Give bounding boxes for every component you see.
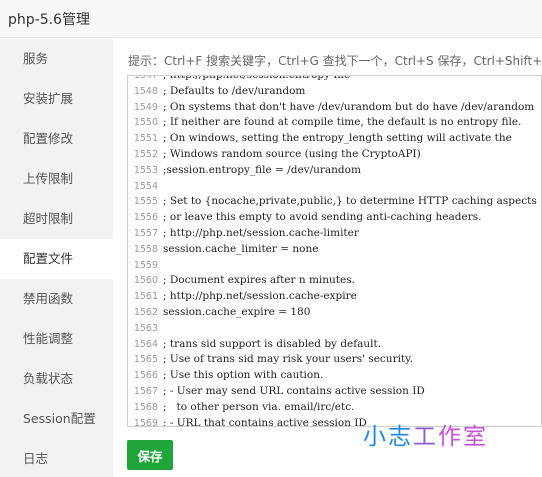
sidebar-item-disabled-functions[interactable]: 禁用函数 <box>0 279 113 319</box>
editor-line: 1559 <box>128 257 541 273</box>
line-text: session.cache_limiter = none <box>163 242 319 255</box>
watermark-logo: 小志工作室 <box>363 417 488 451</box>
main-panel: 提示：Ctrl+F 搜索关键字，Ctrl+G 查找下一个，Ctrl+S 保存，C… <box>113 39 542 477</box>
line-text: ; to other person via. email/irc/etc. <box>163 400 355 413</box>
line-text: ; - User may send URL contains active se… <box>163 385 425 397</box>
sidebar-item-install-extensions[interactable]: 安装扩展 <box>0 79 113 119</box>
editor-line: 1561 ; http://php.net/session.cache-expir… <box>128 288 541 304</box>
editor-line: 1565 ; Use of trans sid may risk your use… <box>128 351 541 367</box>
line-number: 1561 <box>133 291 158 303</box>
sidebar-item-label: 上传限制 <box>23 171 74 186</box>
line-text: ; On systems that don't have /dev/urando… <box>163 100 535 113</box>
sidebar-item-config-edit[interactable]: 配置修改 <box>0 119 113 159</box>
line-text: ; trans sid support is disabled by defau… <box>163 337 382 350</box>
editor-hint: 提示：Ctrl+F 搜索关键字，Ctrl+G 查找下一个，Ctrl+S 保存，C… <box>128 54 542 68</box>
line-text: ; If neither are found at compile time, … <box>163 116 522 129</box>
line-text: ; http://php.net/session.cache-expire <box>163 290 357 303</box>
watermark-text: 工 <box>413 424 438 450</box>
line-text: ; - URL that contains active session ID <box>163 416 367 427</box>
watermark-text: 作室 <box>438 424 488 450</box>
sidebar-item-label: Session配置 <box>23 411 96 426</box>
line-number: 1549 <box>133 101 158 113</box>
line-number: 1552 <box>133 149 158 160</box>
line-text: ; Defaults to /dev/urandom <box>163 84 306 97</box>
sidebar-item-label: 性能调整 <box>23 331 74 346</box>
sidebar-item-label: 超时限制 <box>23 211 74 226</box>
line-text: ; http://php.net/session.entropy-file <box>163 75 351 81</box>
line-text: ; http://php.net/session.cache-limiter <box>163 227 359 239</box>
line-text: ; or leave this empty to avoid sending a… <box>163 211 482 224</box>
line-number: 1560 <box>133 275 158 287</box>
editor-line: 1549 ; On systems that don't have /dev/ur… <box>128 99 541 115</box>
line-number: 1565 <box>133 354 158 366</box>
sidebar-item-upload-limit[interactable]: 上传限制 <box>0 159 113 199</box>
line-number: 1550 <box>133 117 158 129</box>
line-text: ; Set to {nocache,private,public,} to de… <box>163 195 537 208</box>
line-number: 1559 <box>133 259 158 271</box>
sidebar: 服务 安装扩展 配置修改 上传限制 超时限制 配置文件 禁用函数 性能调整 负载… <box>0 39 113 477</box>
line-number: 1563 <box>133 322 158 334</box>
sidebar-item-label: 日志 <box>23 451 49 466</box>
editor-line: 1557 ; http://php.net/session.cache-limit… <box>128 225 541 241</box>
sidebar-item-label: 负载状态 <box>23 371 74 386</box>
save-button[interactable]: 保存 <box>127 440 173 470</box>
editor-line: 1558 session.cache_limiter = none <box>128 241 541 257</box>
line-number: 1556 <box>133 212 158 224</box>
editor-line: 1563 <box>128 320 541 336</box>
line-number: 1558 <box>133 243 158 255</box>
sidebar-item-timeout-limit[interactable]: 超时限制 <box>0 199 113 239</box>
line-text: ; Document expires after n minutes. <box>163 274 355 287</box>
config-editor[interactable]: 1547; http://php.net/session.entropy-fil… <box>127 75 542 427</box>
editor-line: 1562 session.cache_expire = 180 <box>128 304 541 320</box>
editor-line: 1554 <box>128 178 541 194</box>
sidebar-item-logs[interactable]: 日志 <box>0 439 113 477</box>
editor-line: 1568 ; to other person via. email/irc/etc… <box>128 399 541 415</box>
editor-line: 1566 ; Use this option with caution. <box>128 367 541 383</box>
line-number: 1548 <box>133 85 158 97</box>
sidebar-item-config-file[interactable]: 配置文件 <box>0 239 113 279</box>
sidebar-item-label: 配置文件 <box>23 251 74 266</box>
line-text: session.cache_expire = 180 <box>163 306 311 318</box>
sidebar-item-label: 安装扩展 <box>23 91 74 106</box>
sidebar-item-label: 禁用函数 <box>23 291 74 306</box>
line-number: 1566 <box>133 370 158 382</box>
editor-line: 1567 ; - User may send URL contains activ… <box>128 383 541 399</box>
line-number: 1564 <box>133 338 158 350</box>
editor-line: 1564 ; trans sid support is disabled by d… <box>128 336 541 352</box>
line-number: 1568 <box>133 401 158 413</box>
line-number: 1569 <box>133 417 158 427</box>
sidebar-item-label: 服务 <box>23 51 49 66</box>
editor-line: 1555 ; Set to {nocache,private,public,} t… <box>128 193 541 209</box>
line-number: 1557 <box>133 228 158 239</box>
line-text: ; On windows, setting the entropy_length… <box>163 132 512 145</box>
editor-line: 1552 ; Windows random source (using the C… <box>128 146 541 162</box>
editor-line: 1550 ; If neither are found at compile ti… <box>128 114 541 130</box>
line-number: 1554 <box>133 180 158 192</box>
editor-line: 1553 ;session.entropy_file = /dev/urandom <box>128 162 541 178</box>
sidebar-item-service[interactable]: 服务 <box>0 39 113 79</box>
editor-line: 1548 ; Defaults to /dev/urandom <box>128 83 541 99</box>
sidebar-item-session-config[interactable]: Session配置 <box>0 399 113 439</box>
window-titlebar: php-5.6管理 <box>0 0 542 38</box>
line-number: 1553 <box>133 164 158 176</box>
line-number: 1555 <box>133 196 158 208</box>
line-number: 1567 <box>133 386 158 397</box>
sidebar-item-performance[interactable]: 性能调整 <box>0 319 113 359</box>
line-text: ; Use of trans sid may risk your users' … <box>163 353 414 366</box>
line-number: 1562 <box>133 307 158 318</box>
editor-line: 1560 ; Document expires after n minutes. <box>128 272 541 288</box>
line-number: 1551 <box>133 133 158 145</box>
editor-line: 1547; http://php.net/session.entropy-fil… <box>128 75 541 83</box>
editor-line: 1556 ; or leave this empty to avoid sendi… <box>128 209 541 225</box>
sidebar-item-load-status[interactable]: 负载状态 <box>0 359 113 399</box>
window-title: php-5.6管理 <box>8 12 90 28</box>
line-text: ;session.entropy_file = /dev/urandom <box>163 163 361 176</box>
sidebar-item-label: 配置修改 <box>23 131 74 146</box>
line-text: ; Use this option with caution. <box>163 369 324 382</box>
editor-line: 1551 ; On windows, setting the entropy_le… <box>128 130 541 146</box>
line-text: ; Windows random source (using the Crypt… <box>163 148 421 160</box>
watermark-text: 小志 <box>363 424 413 450</box>
